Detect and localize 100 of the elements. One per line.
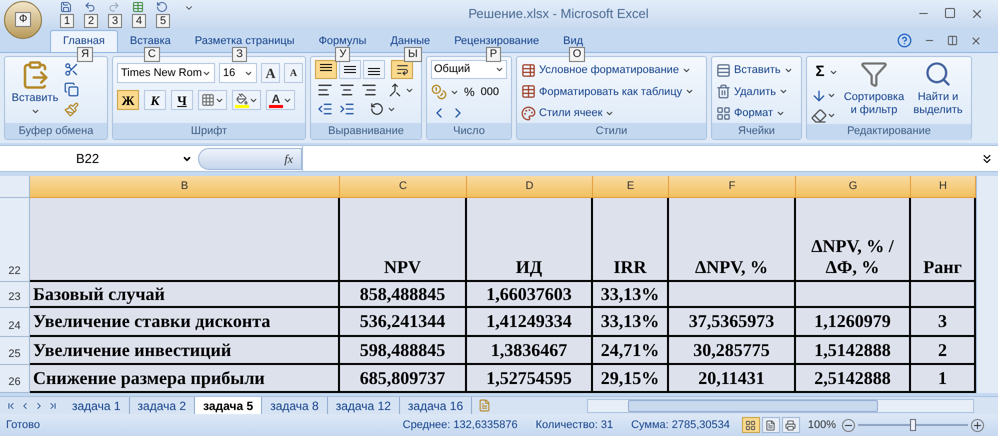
column-header[interactable]: H [911,176,976,198]
font-size-field[interactable]: 16 [219,63,257,83]
zoom-slider-thumb[interactable] [910,419,916,431]
table-cell: 24,71% [593,337,669,365]
align-bottom-button[interactable] [363,60,385,79]
zoom-in-icon[interactable] [971,418,984,432]
group-title: Ячейки [738,124,775,139]
column-header[interactable]: B [30,176,340,198]
styles-menu-button[interactable]: Условное форматирование [521,62,694,78]
fill-color-swatch [235,104,249,108]
column-header[interactable]: E [593,176,669,198]
borders-button[interactable] [198,90,227,110]
font-color-button[interactable]: A [266,90,295,110]
first-sheet-icon[interactable] [6,400,16,410]
table-cell: 2,5142888 [796,365,911,393]
header-cell: NPV [340,198,467,282]
row-header[interactable]: 22 [0,198,30,282]
help-icon[interactable] [897,33,912,48]
insert-rows-icon [716,62,731,78]
save-icon[interactable] [60,1,72,13]
zoom-level: 100% [808,418,836,433]
currency-icon[interactable] [431,84,447,100]
copy-icon[interactable] [64,82,79,97]
cells-menu-button[interactable]: Формат [716,105,793,122]
styles-menu-button[interactable]: Форматировать как таблицу [521,84,694,100]
group-title: Буфер обмена [18,124,94,139]
grow-font-button[interactable]: A [261,63,280,83]
table-cell: 1,3836467 [467,337,593,365]
zoom-slider[interactable] [858,419,968,431]
sheet-tab[interactable]: задача 5 [195,397,262,414]
header-cell: ΔNPV, % [669,198,796,282]
last-sheet-icon[interactable] [48,400,58,410]
keytip: 5 [156,14,170,28]
column-header[interactable]: D [467,176,593,198]
scissors-icon[interactable] [64,62,79,77]
column-header[interactable]: G [796,176,911,198]
name-box[interactable]: B22 [0,146,198,171]
row-header[interactable]: 24 [0,308,30,337]
italic-button[interactable]: К [144,90,166,110]
fill-color-button[interactable] [232,90,261,110]
layout-view-button[interactable] [762,417,780,433]
font-color-swatch [269,104,283,108]
count-text: Количество: 31 [536,418,614,433]
sort-filter-button[interactable]: Сортировка и фильтр [841,60,907,124]
palette-icon [521,106,536,121]
table-cell: 1,5142888 [796,337,911,365]
table-cell: 598,488845 [340,337,467,365]
zoom-out-icon[interactable] [842,418,855,432]
font-name-field[interactable]: Times New Rom [117,63,215,83]
close-icon[interactable] [970,34,982,46]
table-cell: Увеличение ставки дисконта [30,308,340,337]
printer-icon [785,420,796,430]
refresh-icon[interactable] [156,1,168,13]
caret-icon [827,111,836,120]
row-header[interactable]: 25 [0,337,30,365]
percent-button[interactable]: % [462,83,477,101]
align-top-button[interactable] [315,60,337,79]
group-title: Стили [596,124,628,139]
wrap-text-button[interactable] [391,60,413,79]
keytip: 4 [132,14,146,28]
vertical-scrollbar[interactable] [976,176,998,393]
table-cell: 536,241344 [340,308,467,337]
function-button[interactable]: fx [284,150,293,168]
shrink-font-button[interactable]: A [284,63,303,83]
group-title: Выравнивание [328,124,404,139]
thousands-button[interactable]: 000 [480,84,500,100]
column-header[interactable]: C [340,176,467,198]
normal-view-button[interactable] [742,417,760,433]
table-cell: 33,13% [593,308,669,337]
column-header[interactable]: F [669,176,796,198]
keytip: З [232,47,247,62]
merge-icon[interactable] [387,83,403,97]
table-cell: 3 [911,308,976,337]
bold-button[interactable]: Ж [117,90,139,110]
eraser-icon[interactable] [811,108,827,124]
undo-icon[interactable] [84,1,96,13]
fill-down-icon[interactable] [811,88,827,104]
group-title: Редактирование [847,124,931,140]
find-select-button[interactable]: Найти и выделить [910,60,966,124]
align-middle-button[interactable] [339,60,361,79]
header-cell: IRR [593,198,669,282]
cells-menu-button[interactable]: Удалить [716,84,793,100]
horizontal-scrollbar[interactable] [587,398,974,412]
restore-icon[interactable] [947,35,958,46]
maximize-icon[interactable] [944,7,956,19]
close-icon[interactable] [970,7,984,21]
number-format-field[interactable]: Общий [431,60,507,79]
underline-button[interactable]: Ч [171,90,193,110]
row-header[interactable]: 23 [0,282,30,308]
styles-menu-button[interactable]: Стили ячеек [521,105,694,122]
autosum-button[interactable]: Σ [811,61,829,84]
cells-menu-button[interactable]: Вставить [716,62,793,78]
paintbrush-icon[interactable] [64,102,79,117]
table-cell: 1,66037603 [467,282,593,308]
header-cell: Ранг [911,198,976,282]
keytip: 3 [108,14,122,28]
paste-button[interactable]: Вставить [9,60,61,123]
preview-view-button[interactable] [782,417,800,433]
keytip: 2 [84,14,98,28]
row-header[interactable]: 26 [0,365,30,393]
